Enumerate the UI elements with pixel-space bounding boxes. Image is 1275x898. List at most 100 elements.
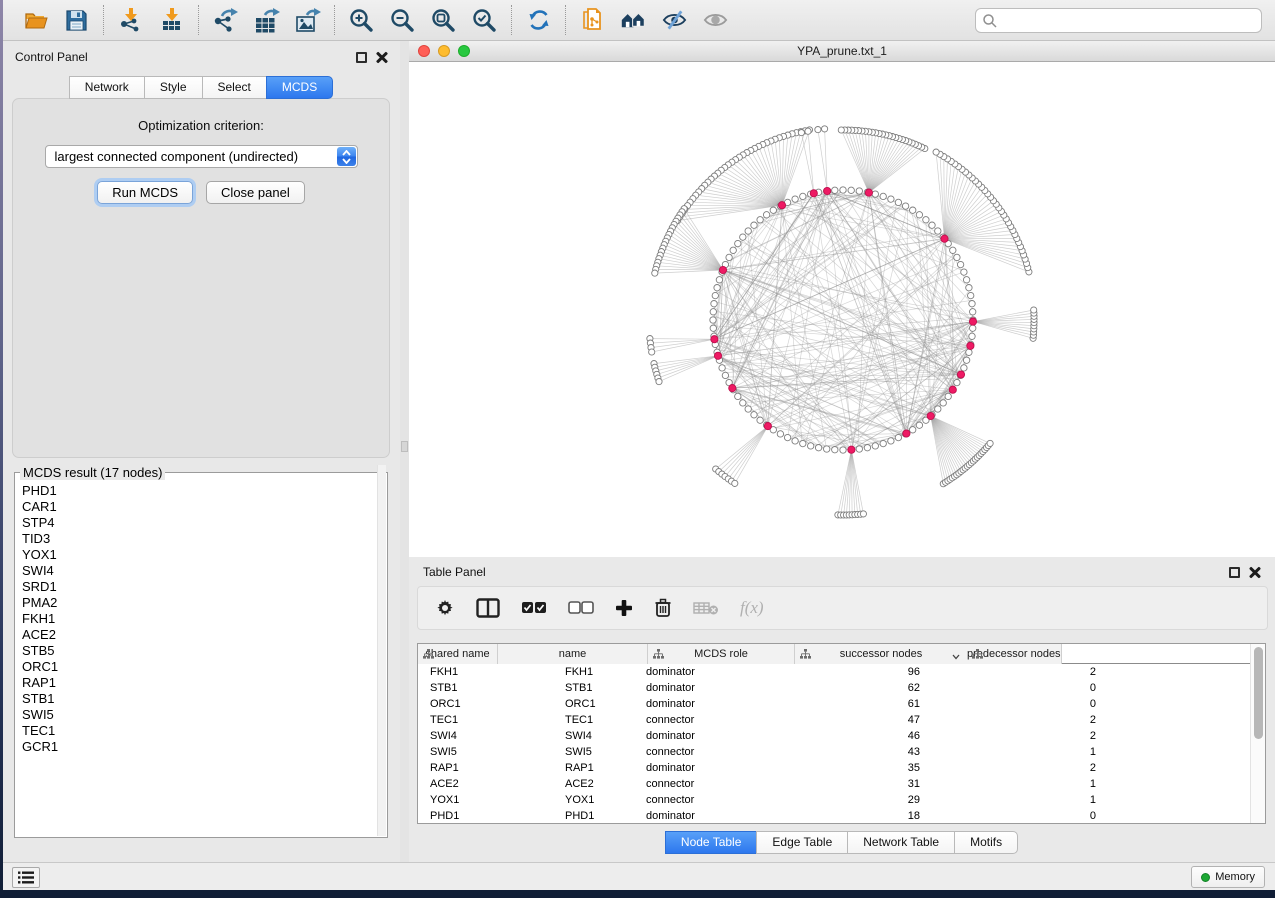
table-row[interactable]: TEC1 TEC1 connector 47 2 [418,712,1265,728]
node-table-body: FKH1 FKH1 dominator 96 2 STB1 STB1 domin… [418,664,1265,824]
mcds-result-node[interactable]: RAP1 [22,675,387,691]
close-table-panel-icon[interactable] [1249,566,1261,578]
zoom-fit-icon[interactable] [430,7,457,34]
zoom-out-icon[interactable] [389,7,416,34]
import-table-icon[interactable] [158,7,185,34]
table-panel-title: Table Panel [423,565,486,579]
mcds-result-node[interactable]: ORC1 [22,659,387,675]
new-network-from-selection-icon[interactable] [579,7,606,34]
task-history-button[interactable] [12,867,40,888]
mcds-result-node[interactable]: SWI5 [22,707,387,723]
criterion-selected-value: largest connected component (undirected) [46,149,299,164]
float-panel-icon[interactable] [356,52,367,63]
status-bar: Memory [3,862,1275,890]
close-panel-button[interactable]: Close panel [206,181,305,204]
table-type-tab[interactable]: Edge Table [756,831,848,854]
app-window: Control Panel NetworkStyleSelectMCDS Opt… [3,0,1275,890]
table-row[interactable]: RAP1 RAP1 dominator 35 2 [418,760,1265,776]
network-window-titlebar[interactable]: YPA_prune.txt_1 [409,41,1275,62]
network-canvas[interactable] [409,62,1275,557]
table-scrollbar-thumb[interactable] [1254,647,1263,739]
mcds-tab-content: Optimization criterion: largest connecte… [12,98,390,458]
table-row[interactable]: PHD1 PHD1 dominator 18 0 [418,808,1265,824]
toolbar-separator [565,5,566,35]
sort-chevron-icon[interactable] [952,651,960,663]
control-panel-tab[interactable]: MCDS [266,76,333,99]
optimization-criterion-label: Optimization criterion: [13,118,389,133]
close-panel-icon[interactable] [376,51,388,63]
table-row[interactable]: STB1 STB1 dominator 62 0 [418,680,1265,696]
memory-button[interactable]: Memory [1191,866,1265,888]
export-image-icon[interactable] [294,7,321,34]
search-input[interactable] [998,9,1261,32]
mcds-result-node[interactable]: YOX1 [22,547,387,563]
namespace-tree-icon [972,649,983,662]
zoom-in-icon[interactable] [348,7,375,34]
column-header[interactable]: MCDS role [648,644,795,664]
export-table-icon[interactable] [253,7,280,34]
deselect-all-columns-icon[interactable] [568,601,594,615]
window-maximize-icon[interactable] [458,45,470,57]
window-minimize-icon[interactable] [438,45,450,57]
control-panel-tab[interactable]: Style [144,76,203,99]
panel-splitter[interactable] [400,41,409,862]
select-all-columns-icon[interactable] [521,601,547,615]
mcds-result-node[interactable]: STB5 [22,643,387,659]
mcds-result-node[interactable]: ACE2 [22,627,387,643]
table-row[interactable]: YOX1 YOX1 connector 29 1 [418,792,1265,808]
table-scrollbar[interactable] [1250,644,1265,823]
table-settings-gear-icon[interactable] [435,598,455,618]
show-all-eye-icon [702,7,729,34]
window-close-icon[interactable] [418,45,430,57]
zoom-selected-icon[interactable] [471,7,498,34]
save-icon[interactable] [63,7,90,34]
mcds-result-node[interactable]: STB1 [22,691,387,707]
column-header[interactable]: predecessor nodes [967,644,1062,664]
add-column-icon[interactable] [615,599,633,617]
control-panel-tab[interactable]: Network [69,76,145,99]
column-header[interactable]: name [498,644,648,664]
hide-selected-eye-icon[interactable] [661,7,688,34]
mcds-result-node[interactable]: TID3 [22,531,387,547]
run-mcds-button[interactable]: Run MCDS [97,181,193,204]
network-graph[interactable] [409,62,1275,557]
control-panel-title: Control Panel [15,50,88,64]
result-scrollbar[interactable] [377,465,386,836]
table-row[interactable]: ACE2 ACE2 connector 31 1 [418,776,1265,792]
table-row[interactable]: SWI4 SWI4 dominator 46 2 [418,728,1265,744]
mcds-result-node[interactable]: CAR1 [22,499,387,515]
delete-column-icon[interactable] [654,598,672,618]
mcds-result-node[interactable]: PMA2 [22,595,387,611]
mcds-result-list[interactable]: PHD1CAR1STP4TID3YOX1SWI4SRD1PMA2FKH1ACE2… [15,480,387,831]
refresh-icon[interactable] [525,7,552,34]
mcds-result-node[interactable]: TEC1 [22,723,387,739]
table-type-tab[interactable]: Motifs [954,831,1018,854]
import-network-icon[interactable] [117,7,144,34]
mcds-result-node[interactable]: PHD1 [22,483,387,499]
export-network-icon[interactable] [212,7,239,34]
list-icon [18,871,34,884]
open-folder-icon[interactable] [22,7,49,34]
toolbar-separator [103,5,104,35]
mcds-result-node[interactable]: FKH1 [22,611,387,627]
mcds-result-node[interactable]: SRD1 [22,579,387,595]
mcds-result-title: MCDS result (17 nodes) [20,465,165,480]
table-type-tab[interactable]: Network Table [847,831,955,854]
criterion-dropdown[interactable]: largest connected component (undirected) [45,145,358,168]
table-panel: Table Panel [409,557,1275,862]
table-row[interactable]: ORC1 ORC1 dominator 61 0 [418,696,1265,712]
control-panel-tab[interactable]: Select [202,76,267,99]
column-header[interactable]: shared name [418,644,498,664]
mcds-result-node[interactable]: STP4 [22,515,387,531]
splitter-grip[interactable] [401,441,408,452]
search-field[interactable] [975,8,1262,33]
float-table-panel-icon[interactable] [1229,567,1240,578]
column-header[interactable]: successor nodes [795,644,967,664]
mcds-result-node[interactable]: SWI4 [22,563,387,579]
houses-icon[interactable] [620,7,647,34]
table-row[interactable]: SWI5 SWI5 connector 43 1 [418,744,1265,760]
mcds-result-node[interactable]: GCR1 [22,739,387,755]
column-layout-icon[interactable] [476,598,500,618]
table-row[interactable]: FKH1 FKH1 dominator 96 2 [418,664,1265,680]
table-type-tab[interactable]: Node Table [665,831,758,854]
